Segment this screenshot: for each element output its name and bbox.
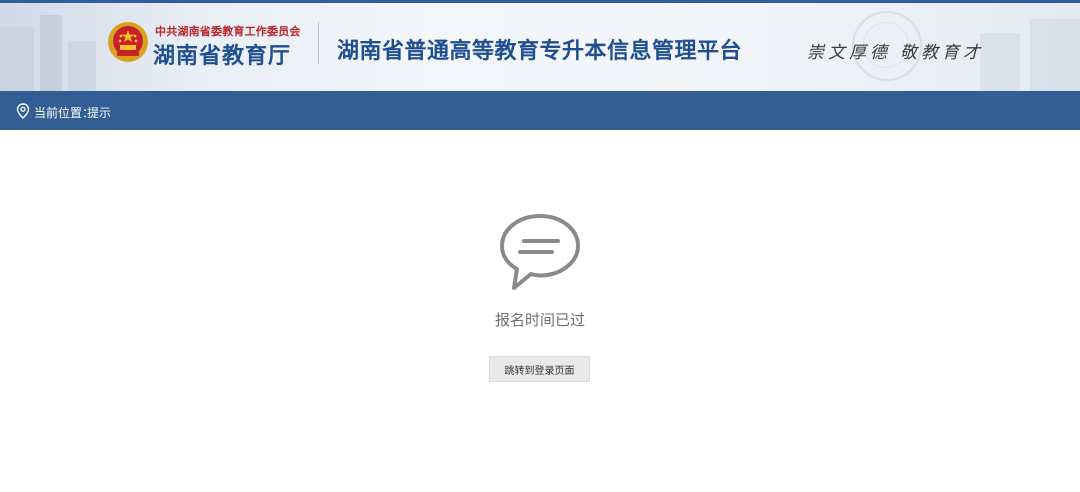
header-bg-building bbox=[980, 33, 1020, 91]
org-subtitle: 中共湖南省委教育工作委员会 bbox=[155, 25, 301, 38]
location-bar bbox=[0, 91, 1080, 130]
location-value: 提示 bbox=[87, 106, 112, 120]
chat-bubble-icon bbox=[500, 214, 580, 290]
notice-message: 报名时间已过 bbox=[494, 311, 585, 329]
header-divider bbox=[318, 22, 319, 64]
national-emblem-icon bbox=[108, 22, 148, 62]
location-pin-icon bbox=[16, 103, 30, 119]
header-bg-building bbox=[68, 41, 96, 91]
goto-login-button[interactable]: 跳转到登录页面 bbox=[489, 356, 590, 382]
header-bg-building bbox=[1030, 19, 1080, 91]
platform-title: 湖南省普通高等教育专升本信息管理平台 bbox=[337, 39, 743, 64]
location-label: 当前位置： bbox=[34, 106, 95, 120]
org-title: 湖南省教育厅 bbox=[153, 44, 292, 69]
slogan-right: 敬教育才 bbox=[900, 43, 984, 63]
header-bg-building bbox=[40, 15, 62, 91]
header-bg-building bbox=[0, 27, 34, 91]
slogan-left: 崇文厚德 bbox=[807, 43, 891, 63]
